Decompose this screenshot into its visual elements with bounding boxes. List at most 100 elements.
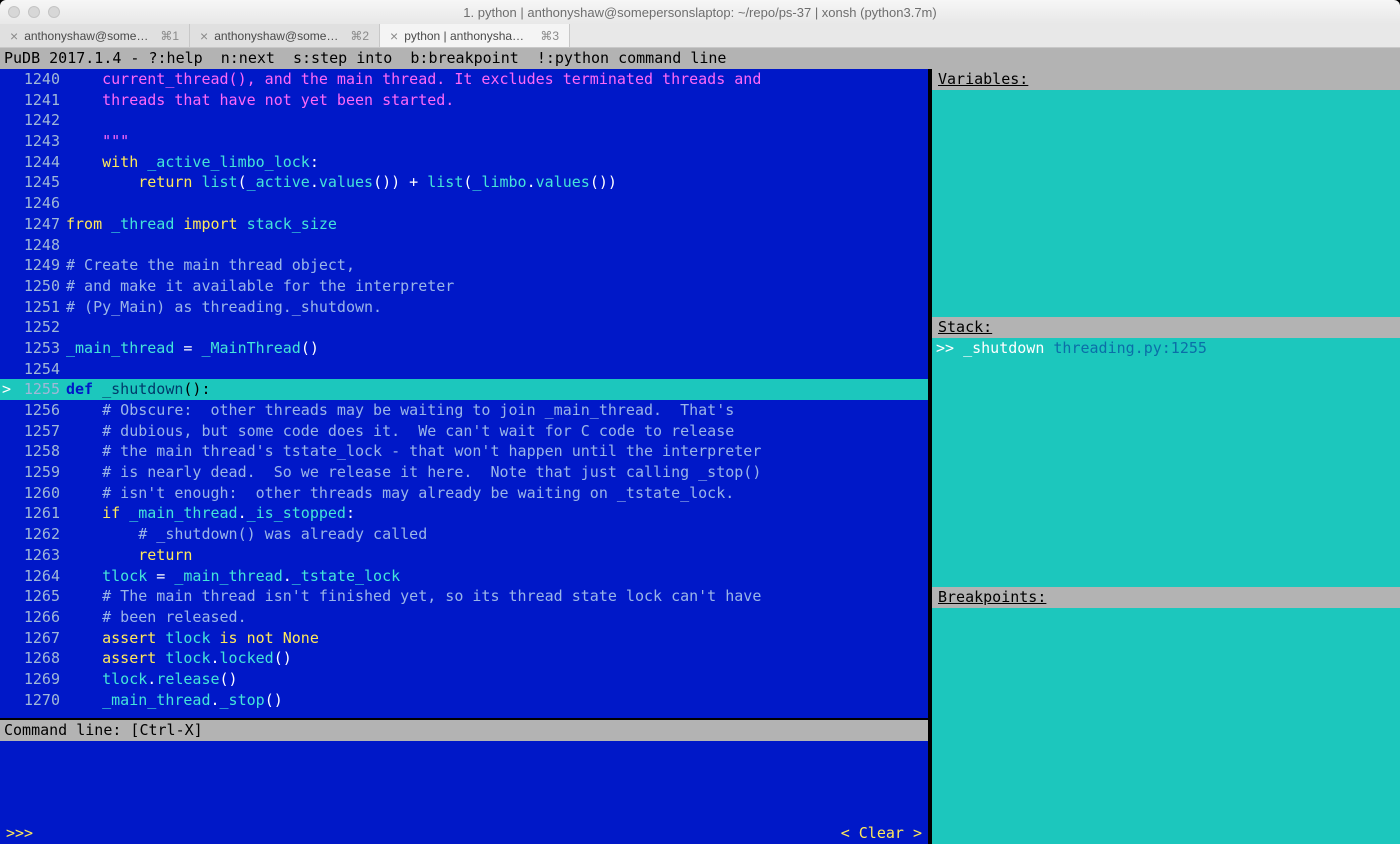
- code-line[interactable]: 1245 return list(_active.values()) + lis…: [0, 172, 928, 193]
- tab-shortcut: ⌘1: [160, 29, 179, 43]
- code-content: # is nearly dead. So we release it here.…: [62, 462, 928, 483]
- code-line[interactable]: 1252: [0, 317, 928, 338]
- line-number: 1256: [14, 400, 62, 421]
- line-number: 1268: [14, 648, 62, 669]
- gutter-mark: [0, 524, 14, 545]
- breakpoints-header: Breakpoints:: [932, 587, 1400, 608]
- clear-button[interactable]: < Clear >: [841, 822, 922, 844]
- code-line[interactable]: 1268 assert tlock.locked(): [0, 648, 928, 669]
- code-content: [62, 110, 928, 131]
- breakpoints-pane[interactable]: Breakpoints:: [932, 587, 1400, 844]
- gutter-mark: [0, 317, 14, 338]
- code-content: return: [62, 545, 928, 566]
- terminal-tab[interactable]: ×python | anthonysha…⌘3: [380, 24, 570, 47]
- line-number: 1255: [14, 379, 62, 400]
- code-line[interactable]: 1253_main_thread = _MainThread(): [0, 338, 928, 359]
- code-content: assert tlock.locked(): [62, 648, 928, 669]
- code-line[interactable]: 1240 current_thread(), and the main thre…: [0, 69, 928, 90]
- code-line[interactable]: 1259 # is nearly dead. So we release it …: [0, 462, 928, 483]
- pudb-body: 1240 current_thread(), and the main thre…: [0, 69, 1400, 844]
- code-line[interactable]: 1269 tlock.release(): [0, 669, 928, 690]
- tab-bar: ×anthonyshaw@some…⌘1×anthonyshaw@some…⌘2…: [0, 24, 1400, 48]
- terminal-tab[interactable]: ×anthonyshaw@some…⌘2: [190, 24, 380, 47]
- pudb-help-bar: PuDB 2017.1.4 - ?:help n:next s:step int…: [0, 48, 1400, 69]
- code-content: if _main_thread._is_stopped:: [62, 503, 928, 524]
- line-number: 1247: [14, 214, 62, 235]
- window-zoom-icon[interactable]: [48, 6, 60, 18]
- line-number: 1270: [14, 690, 62, 711]
- terminal-tab[interactable]: ×anthonyshaw@some…⌘1: [0, 24, 190, 47]
- line-number: 1240: [14, 69, 62, 90]
- line-number: 1258: [14, 441, 62, 462]
- code-line[interactable]: 1246: [0, 193, 928, 214]
- code-line[interactable]: 1244 with _active_limbo_lock:: [0, 152, 928, 173]
- code-line[interactable]: 1254: [0, 359, 928, 380]
- line-number: 1249: [14, 255, 62, 276]
- code-content: # isn't enough: other threads may alread…: [62, 483, 928, 504]
- code-line[interactable]: 1261 if _main_thread._is_stopped:: [0, 503, 928, 524]
- tab-close-icon[interactable]: ×: [390, 28, 398, 44]
- code-content: # Create the main thread object,: [62, 255, 928, 276]
- window-close-icon[interactable]: [8, 6, 20, 18]
- code-content: with _active_limbo_lock:: [62, 152, 928, 173]
- line-number: 1266: [14, 607, 62, 628]
- line-number: 1261: [14, 503, 62, 524]
- code-line[interactable]: 1251# (Py_Main) as threading._shutdown.: [0, 297, 928, 318]
- command-prompt[interactable]: >>>: [6, 822, 33, 844]
- tab-shortcut: ⌘3: [540, 29, 559, 43]
- line-number: 1241: [14, 90, 62, 111]
- code-line[interactable]: 1265 # The main thread isn't finished ye…: [0, 586, 928, 607]
- code-content: [62, 317, 928, 338]
- gutter-mark: [0, 214, 14, 235]
- code-line[interactable]: 1243 """: [0, 131, 928, 152]
- command-line-pane: Command line: [Ctrl-X] >>> < Clear >: [0, 718, 928, 844]
- window-minimize-icon[interactable]: [28, 6, 40, 18]
- code-content: [62, 193, 928, 214]
- code-line[interactable]: 1250# and make it available for the inte…: [0, 276, 928, 297]
- code-content: [62, 235, 928, 256]
- gutter-mark: [0, 648, 14, 669]
- code-line[interactable]: 1267 assert tlock is not None: [0, 628, 928, 649]
- code-line[interactable]: 1270 _main_thread._stop(): [0, 690, 928, 711]
- line-number: 1253: [14, 338, 62, 359]
- gutter-mark: [0, 235, 14, 256]
- stack-header: Stack:: [932, 317, 1400, 338]
- stack-frame[interactable]: >> _shutdown threading.py:1255: [936, 339, 1396, 357]
- code-line[interactable]: 1260 # isn't enough: other threads may a…: [0, 483, 928, 504]
- gutter-mark: [0, 607, 14, 628]
- code-line[interactable]: >1255def _shutdown():: [0, 379, 928, 400]
- variables-body[interactable]: [932, 90, 1400, 317]
- code-line[interactable]: 1256 # Obscure: other threads may be wai…: [0, 400, 928, 421]
- gutter-mark: [0, 483, 14, 504]
- code-line[interactable]: 1242: [0, 110, 928, 131]
- stack-pane[interactable]: Stack: >> _shutdown threading.py:1255: [932, 317, 1400, 587]
- tab-close-icon[interactable]: ×: [10, 28, 18, 44]
- line-number: 1244: [14, 152, 62, 173]
- code-line[interactable]: 1257 # dubious, but some code does it. W…: [0, 421, 928, 442]
- code-line[interactable]: 1266 # been released.: [0, 607, 928, 628]
- gutter-mark: [0, 669, 14, 690]
- code-line[interactable]: 1258 # the main thread's tstate_lock - t…: [0, 441, 928, 462]
- line-number: 1269: [14, 669, 62, 690]
- breakpoints-body[interactable]: [932, 608, 1400, 844]
- code-content: assert tlock is not None: [62, 628, 928, 649]
- source-code-pane[interactable]: 1240 current_thread(), and the main thre…: [0, 69, 928, 718]
- gutter-mark: [0, 131, 14, 152]
- code-line[interactable]: 1263 return: [0, 545, 928, 566]
- code-line[interactable]: 1262 # _shutdown() was already called: [0, 524, 928, 545]
- code-line[interactable]: 1264 tlock = _main_thread._tstate_lock: [0, 566, 928, 587]
- code-line[interactable]: 1249# Create the main thread object,: [0, 255, 928, 276]
- code-line[interactable]: 1247from _thread import stack_size: [0, 214, 928, 235]
- stack-body[interactable]: >> _shutdown threading.py:1255: [932, 338, 1400, 587]
- tab-close-icon[interactable]: ×: [200, 28, 208, 44]
- code-content: from _thread import stack_size: [62, 214, 928, 235]
- code-line[interactable]: 1248: [0, 235, 928, 256]
- code-content: # Obscure: other threads may be waiting …: [62, 400, 928, 421]
- variables-pane[interactable]: Variables:: [932, 69, 1400, 317]
- code-content: # and make it available for the interpre…: [62, 276, 928, 297]
- command-line-output[interactable]: [0, 741, 928, 822]
- code-line[interactable]: 1241 threads that have not yet been star…: [0, 90, 928, 111]
- line-number: 1251: [14, 297, 62, 318]
- gutter-mark: [0, 628, 14, 649]
- gutter-mark: >: [0, 379, 14, 400]
